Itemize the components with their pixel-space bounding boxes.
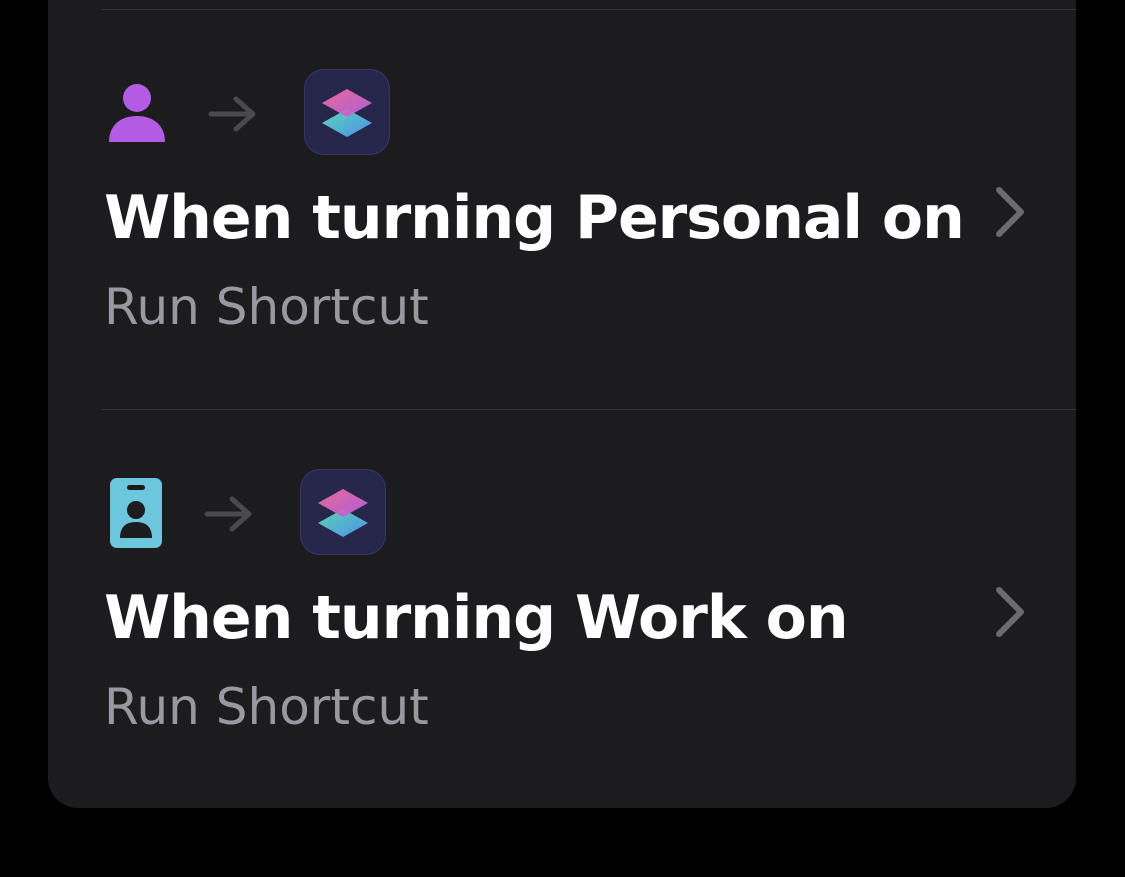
automation-row-personal[interactable]: When turning Personal on Run Shortcut (48, 10, 1076, 410)
automation-title: When turning Personal on (104, 183, 965, 253)
automation-subtitle: Run Shortcut (104, 678, 429, 736)
automation-icons (104, 69, 424, 159)
shortcuts-app-icon (300, 469, 386, 555)
automations-card: When turning Personal on Run Shortcut Wh… (48, 0, 1076, 808)
shortcuts-app-icon (304, 69, 390, 155)
chevron-right-icon (996, 587, 1024, 637)
id-badge-icon (110, 478, 162, 548)
arrow-right-icon (204, 496, 252, 532)
arrow-right-icon (208, 96, 256, 132)
automation-icons (104, 469, 424, 559)
automation-subtitle: Run Shortcut (104, 278, 429, 336)
person-icon (109, 84, 165, 142)
automation-title: When turning Work on (104, 583, 849, 653)
automation-row-work[interactable]: When turning Work on Run Shortcut (48, 410, 1076, 808)
chevron-right-icon (996, 187, 1024, 237)
